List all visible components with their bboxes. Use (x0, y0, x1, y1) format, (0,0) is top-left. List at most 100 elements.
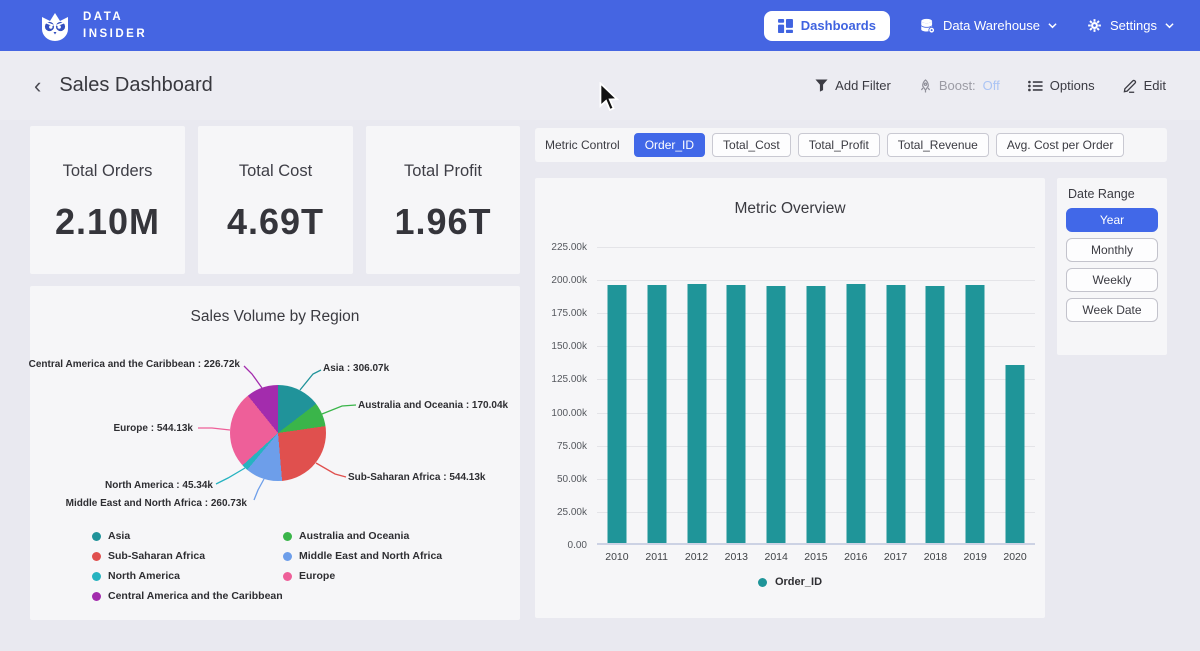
kpi-card-total-profit: Total Profit 1.96T (366, 126, 520, 274)
filter-funnel-icon (815, 79, 828, 92)
chevron-down-icon (1165, 21, 1174, 30)
metric-option-total-revenue[interactable]: Total_Revenue (887, 133, 989, 157)
legend-dot (92, 532, 101, 541)
options-list-icon (1028, 80, 1043, 92)
metric-option-avg-cost-per-order[interactable]: Avg. Cost per Order (996, 133, 1125, 157)
legend-label: Sub-Saharan Africa (108, 550, 205, 562)
pencil-icon (1123, 79, 1137, 93)
chevron-down-icon (1048, 21, 1057, 30)
options-button[interactable]: Options (1028, 78, 1095, 93)
metric-option-total-profit[interactable]: Total_Profit (798, 133, 880, 157)
pie-label: North America : 45.34k (105, 480, 213, 491)
pie-label: Sub-Saharan Africa : 544.13k (348, 472, 485, 483)
pie-legend-item[interactable]: Sub-Saharan Africa (92, 546, 283, 566)
dashboard-grid-icon (778, 19, 793, 33)
bar-column: 2010 (597, 247, 637, 543)
x-axis-tick: 2020 (1003, 551, 1026, 563)
legend-label: Australia and Oceania (299, 530, 409, 542)
bar-plot: 2010201120122013201420152016201720182019… (597, 247, 1035, 545)
date-range-weekly[interactable]: Weekly (1066, 268, 1158, 292)
bar-2020[interactable] (1006, 365, 1025, 543)
legend-dot (283, 552, 292, 561)
bar-column: 2020 (995, 247, 1035, 543)
leader-line (244, 366, 262, 388)
bar-column: 2015 (796, 247, 836, 543)
back-button[interactable]: ‹ (34, 75, 41, 97)
add-filter-button[interactable]: Add Filter (815, 78, 891, 93)
gear-icon (1087, 18, 1102, 33)
sales-volume-card: Sales Volume by Region AsiaSub-Saharan A… (30, 286, 520, 620)
date-range-card: Date Range Year Monthly Weekly Week Date (1057, 178, 1167, 355)
bar-column: 2013 (716, 247, 756, 543)
top-navbar: DATA INSIDER Dashboards (0, 0, 1200, 51)
kpi-card-total-orders: Total Orders 2.10M (30, 126, 185, 274)
pie-label: Middle East and North Africa : 260.73k (66, 498, 247, 509)
metric-option-total-cost[interactable]: Total_Cost (712, 133, 791, 157)
x-axis-tick: 2015 (804, 551, 827, 563)
bar-2016[interactable] (846, 284, 865, 543)
edit-label: Edit (1144, 78, 1166, 93)
data-warehouse-menu[interactable]: Data Warehouse (920, 18, 1057, 34)
pie-legend-column-2: Australia and Oceania Middle East and Nor… (283, 526, 442, 586)
brand-line-2: INSIDER (83, 26, 147, 42)
legend-dot (92, 572, 101, 581)
legend-label: North America (108, 570, 180, 582)
bar-2014[interactable] (767, 286, 786, 543)
x-axis-tick: 2017 (884, 551, 907, 563)
date-range-monthly[interactable]: Monthly (1066, 238, 1158, 262)
page-title: Sales Dashboard (59, 74, 212, 97)
bar-2017[interactable] (886, 285, 905, 543)
metric-overview-card: Metric Overview 225.00k200.00k175.00k150… (535, 178, 1045, 618)
pie-legend-item[interactable]: Europe (283, 566, 442, 586)
y-axis-tick: 150.00k (535, 341, 587, 352)
pie-legend-item[interactable]: Asia (92, 526, 283, 546)
legend-label: Central America and the Caribbean (108, 590, 283, 602)
edit-button[interactable]: Edit (1123, 78, 1166, 93)
bar-2018[interactable] (926, 286, 945, 543)
bar-2013[interactable] (727, 285, 746, 543)
y-axis-tick: 100.00k (535, 408, 587, 419)
date-range-label: Date Range (1068, 187, 1135, 201)
y-axis-tick: 175.00k (535, 308, 587, 319)
bar-2010[interactable] (607, 285, 626, 543)
metric-option-order-id[interactable]: Order_ID (634, 133, 705, 157)
bar-2015[interactable] (806, 286, 825, 543)
settings-menu[interactable]: Settings (1087, 18, 1174, 33)
bar-2019[interactable] (966, 285, 985, 543)
y-axis-tick: 75.00k (535, 441, 587, 452)
kpi-card-total-cost: Total Cost 4.69T (198, 126, 353, 274)
y-axis-tick: 125.00k (535, 374, 587, 385)
pie-legend-item[interactable]: Central America and the Caribbean (92, 586, 283, 606)
bar-2012[interactable] (687, 284, 706, 543)
bar-column: 2011 (637, 247, 677, 543)
legend-label: Order_ID (775, 576, 822, 588)
date-range-week-date[interactable]: Week Date (1066, 298, 1158, 322)
legend-dot (92, 552, 101, 561)
pie-label: Europe : 544.13k (114, 423, 193, 434)
bar-column: 2019 (955, 247, 995, 543)
kpi-label: Total Orders (30, 162, 185, 181)
legend-label: Asia (108, 530, 130, 542)
bar-2011[interactable] (647, 285, 666, 543)
bar-column: 2017 (876, 247, 916, 543)
boost-label: Boost: (939, 78, 976, 93)
bar-chart-legend[interactable]: Order_ID (535, 576, 1045, 588)
bar-chart-title: Metric Overview (535, 200, 1045, 218)
kpi-value: 1.96T (366, 201, 520, 243)
dashboards-button[interactable]: Dashboards (764, 11, 890, 41)
date-range-year[interactable]: Year (1066, 208, 1158, 232)
pie-label: Australia and Oceania : 170.04k (358, 400, 508, 411)
y-axis-tick: 50.00k (535, 474, 587, 485)
metric-control-label: Metric Control (545, 138, 620, 152)
pie-legend-item[interactable]: Australia and Oceania (283, 526, 442, 546)
x-axis-tick: 2010 (605, 551, 628, 563)
pie-chart[interactable] (230, 385, 326, 481)
pie-legend-item[interactable]: North America (92, 566, 283, 586)
brand-line-1: DATA (83, 9, 147, 25)
boost-toggle[interactable]: Boost:Off (919, 78, 1000, 93)
legend-label: Europe (299, 570, 335, 582)
bar-column: 2016 (836, 247, 876, 543)
options-label: Options (1050, 78, 1095, 93)
pie-legend-item[interactable]: Middle East and North Africa (283, 546, 442, 566)
y-axis-tick: 25.00k (535, 507, 587, 518)
